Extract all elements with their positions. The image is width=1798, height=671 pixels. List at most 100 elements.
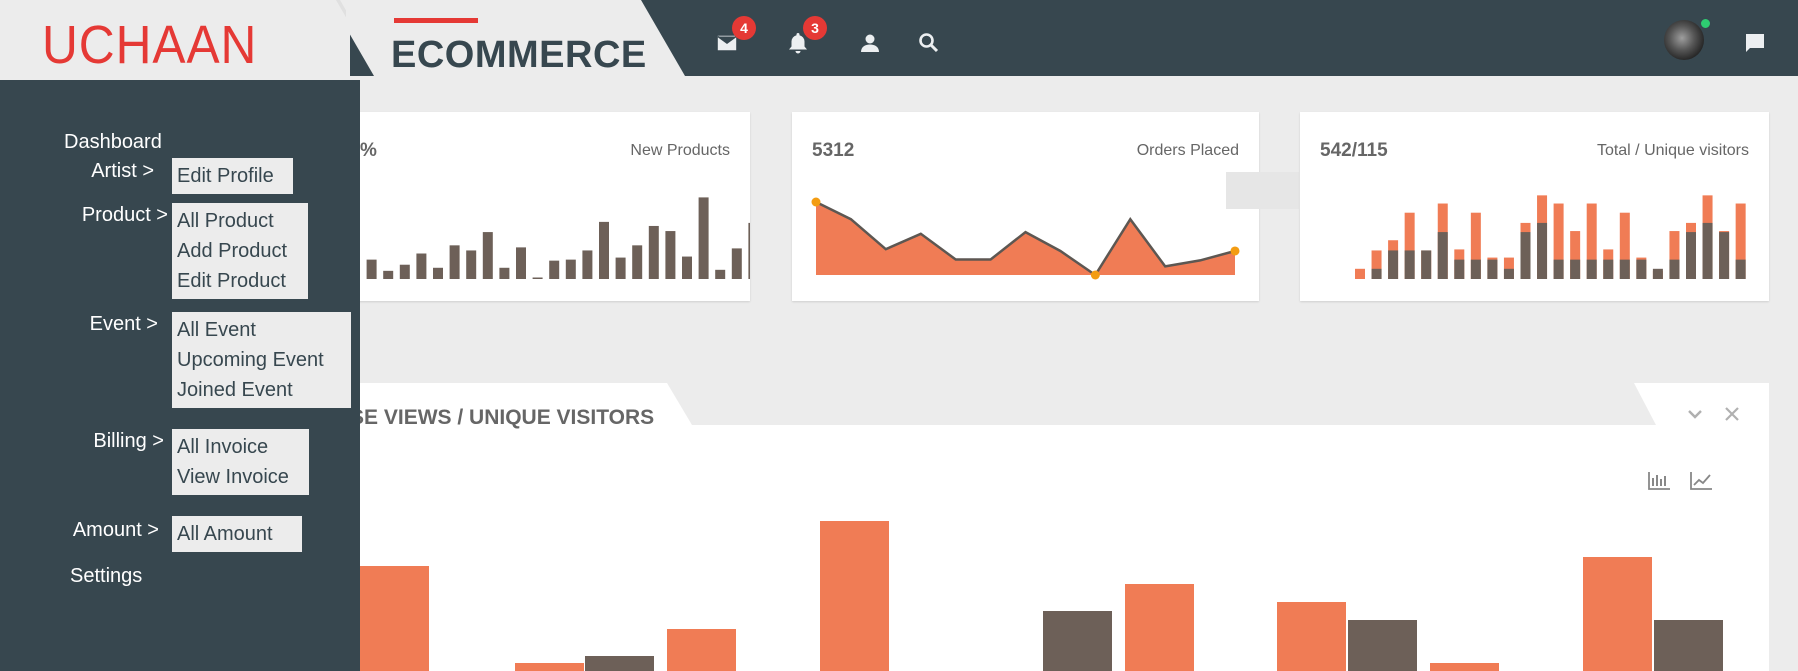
submenu-all-product[interactable]: All Product [177, 206, 303, 236]
submenu-all-invoice[interactable]: All Invoice [177, 432, 304, 462]
submenu-joined-event[interactable]: Joined Event [177, 375, 346, 405]
new-products-bar [731, 248, 742, 279]
page-views-bar [1583, 557, 1652, 671]
visitors-card: 542/115 Total / Unique visitors [1300, 112, 1769, 301]
close-icon[interactable] [1720, 402, 1744, 426]
new-products-bar [399, 264, 410, 279]
visitors-unique-bar [1636, 259, 1647, 279]
new-products-bar [615, 257, 626, 279]
visitors-unique-bar [1686, 232, 1696, 279]
visitors-total-bar [1355, 268, 1365, 279]
sidebar-group-billing[interactable]: Billing > [68, 430, 164, 453]
new-products-bar [715, 269, 726, 279]
bar-chart-icon[interactable] [1646, 470, 1672, 492]
new-products-bar [632, 245, 643, 279]
bell-icon[interactable]: 3 [783, 16, 827, 58]
submenu-all-amount[interactable]: All Amount [177, 519, 297, 549]
submenu-edit-product[interactable]: Edit Product [177, 266, 303, 296]
visitors-unique-bar [1570, 259, 1581, 279]
new-products-bar [499, 267, 510, 279]
submenu-add-product[interactable]: Add Product [177, 236, 303, 266]
mail-badge: 4 [732, 16, 756, 40]
page-views-bar [1430, 663, 1499, 671]
new-products-bar [698, 197, 709, 279]
notification-badge: 3 [803, 16, 827, 40]
chat-icon[interactable] [1740, 28, 1770, 58]
page-views-bar [820, 521, 889, 671]
new-products-bar [565, 259, 576, 279]
page-views-bar [667, 629, 736, 671]
visitors-unique-bar [1470, 259, 1481, 279]
logo[interactable]: UCHAAN [42, 14, 257, 76]
card-value: 5312 [812, 140, 855, 161]
card-value: 542/115 [1320, 140, 1388, 161]
orders-point [1230, 246, 1240, 256]
online-status-dot [1700, 18, 1711, 29]
search-icon[interactable] [914, 28, 944, 58]
card-label: Total / Unique visitors [1596, 142, 1749, 159]
visitors-unique-bar [1735, 259, 1746, 279]
visitors-unique-bar [1669, 259, 1680, 279]
chevron-down-icon[interactable] [1683, 402, 1707, 426]
visitors-unique-bar [1388, 250, 1399, 279]
new-products-bar [433, 267, 443, 279]
page-views-bar [360, 566, 429, 671]
line-chart-icon[interactable] [1688, 470, 1714, 492]
new-products-bar [599, 221, 609, 279]
page-views-panel [340, 425, 1769, 671]
billing-submenu: All Invoice View Invoice [172, 429, 309, 495]
card-label: New Products [630, 142, 730, 159]
visitors-unique-bar [1553, 259, 1564, 279]
page-views-bar [1654, 620, 1723, 671]
sidebar-group-amount[interactable]: Amount > [58, 519, 159, 542]
new-products-bar [532, 277, 543, 279]
new-products-bar [549, 260, 560, 279]
visitors-unique-bar [1371, 268, 1382, 279]
new-products-bar [516, 247, 526, 279]
new-products-bar [748, 222, 750, 279]
sidebar-item-dashboard[interactable]: Dashboard [64, 131, 162, 154]
visitors-unique-bar [1520, 232, 1531, 279]
page-views-bar [1043, 611, 1112, 671]
visitors-unique-bar [1619, 259, 1630, 279]
visitors-unique-bar [1454, 259, 1465, 279]
visitors-unique-bar [1537, 222, 1548, 279]
panel-title: SE VIEWS / UNIQUE VISITORS [350, 406, 655, 429]
brand-accent-bar [394, 18, 478, 23]
avatar[interactable] [1664, 20, 1704, 60]
page-views-chart [360, 521, 1723, 671]
new-products-bar [366, 259, 377, 279]
submenu-edit-profile[interactable]: Edit Profile [177, 161, 288, 191]
mail-icon[interactable]: 4 [712, 16, 756, 58]
visitors-unique-bar [1404, 250, 1415, 279]
sidebar-group-event[interactable]: Event > [70, 313, 158, 336]
new-products-bar [383, 270, 394, 279]
sidebar-group-product[interactable]: Product > [58, 204, 168, 227]
page-title: ECOMMERCE [391, 34, 647, 76]
new-products-bar [682, 256, 692, 279]
orders-point [811, 197, 821, 207]
visitors-unique-bar [1586, 259, 1597, 279]
product-submenu: All Product Add Product Edit Product [172, 203, 308, 299]
visitors-unique-bar [1702, 222, 1713, 279]
orders-placed-chart [811, 197, 1240, 280]
orders-point [1090, 270, 1100, 280]
new-products-bar [482, 232, 493, 279]
new-products-bar [416, 253, 427, 279]
artist-submenu: Edit Profile [172, 158, 293, 194]
visitors-unique-bar [1421, 250, 1432, 279]
sidebar-item-settings[interactable]: Settings [70, 565, 154, 588]
visitors-unique-bar [1503, 268, 1514, 279]
new-products-bar [648, 225, 659, 279]
new-products-bar [449, 245, 460, 279]
submenu-upcoming-event[interactable]: Upcoming Event [177, 345, 346, 375]
visitors-unique-bar [1719, 232, 1730, 279]
user-icon[interactable] [855, 28, 885, 58]
new-products-card: % New Products [340, 112, 750, 301]
event-submenu: All Event Upcoming Event Joined Event [172, 312, 351, 408]
submenu-view-invoice[interactable]: View Invoice [177, 462, 304, 492]
sidebar-group-artist[interactable]: Artist > [70, 160, 154, 183]
submenu-all-event[interactable]: All Event [177, 315, 346, 345]
orders-placed-card: 5312 Orders Placed [792, 112, 1259, 301]
amount-submenu: All Amount [172, 516, 302, 552]
